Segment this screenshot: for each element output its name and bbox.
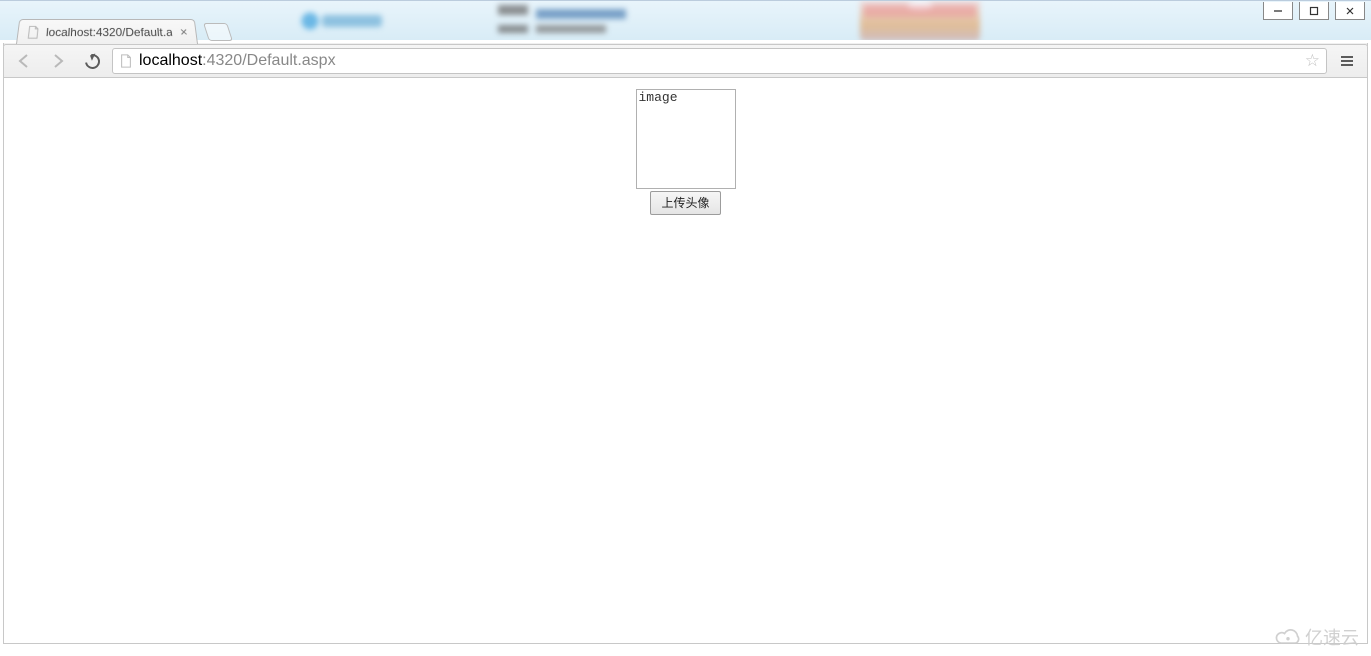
maximize-icon xyxy=(1309,6,1319,16)
watermark: 亿速云 xyxy=(1275,624,1359,650)
file-icon xyxy=(26,25,41,38)
bookmark-star-icon[interactable]: ☆ xyxy=(1305,51,1320,71)
upload-avatar-button[interactable]: 上传头像 xyxy=(650,191,720,215)
close-window-icon xyxy=(1345,6,1355,16)
image-placeholder: image xyxy=(636,89,736,189)
close-window-button[interactable] xyxy=(1335,2,1365,20)
minimize-icon xyxy=(1273,6,1283,16)
background-blur-logo xyxy=(300,11,380,31)
url-host: localhost xyxy=(139,52,202,69)
arrow-right-icon xyxy=(50,53,66,69)
watermark-text: 亿速云 xyxy=(1305,624,1359,650)
maximize-button[interactable] xyxy=(1299,2,1329,20)
page-icon xyxy=(119,54,133,68)
tab-strip: localhost:4320/Default.a × xyxy=(16,18,230,44)
background-blur-text xyxy=(498,5,628,35)
reload-icon xyxy=(82,51,103,72)
back-button[interactable] xyxy=(10,47,38,75)
browser-toolbar: localhost:4320/Default.aspx ☆ xyxy=(3,44,1368,78)
watermark-logo-icon xyxy=(1275,627,1301,647)
browser-tab[interactable]: localhost:4320/Default.a × xyxy=(16,19,198,44)
tab-title: localhost:4320/Default.a xyxy=(45,25,172,38)
new-tab-button[interactable] xyxy=(203,23,233,41)
url-path: :4320/Default.aspx xyxy=(202,52,335,69)
tab-close-button[interactable]: × xyxy=(177,25,190,39)
minimize-button[interactable] xyxy=(1263,2,1293,20)
browser-menu-button[interactable] xyxy=(1333,48,1361,74)
forward-button[interactable] xyxy=(44,47,72,75)
window-controls xyxy=(1257,0,1371,22)
page-viewport: image 上传头像 xyxy=(3,78,1368,644)
reload-button[interactable] xyxy=(78,47,106,75)
background-blur-image xyxy=(860,1,980,40)
hamburger-icon xyxy=(1339,54,1355,68)
url-text: localhost:4320/Default.aspx xyxy=(139,52,1299,70)
address-bar[interactable]: localhost:4320/Default.aspx ☆ xyxy=(112,48,1327,74)
arrow-left-icon xyxy=(16,53,32,69)
